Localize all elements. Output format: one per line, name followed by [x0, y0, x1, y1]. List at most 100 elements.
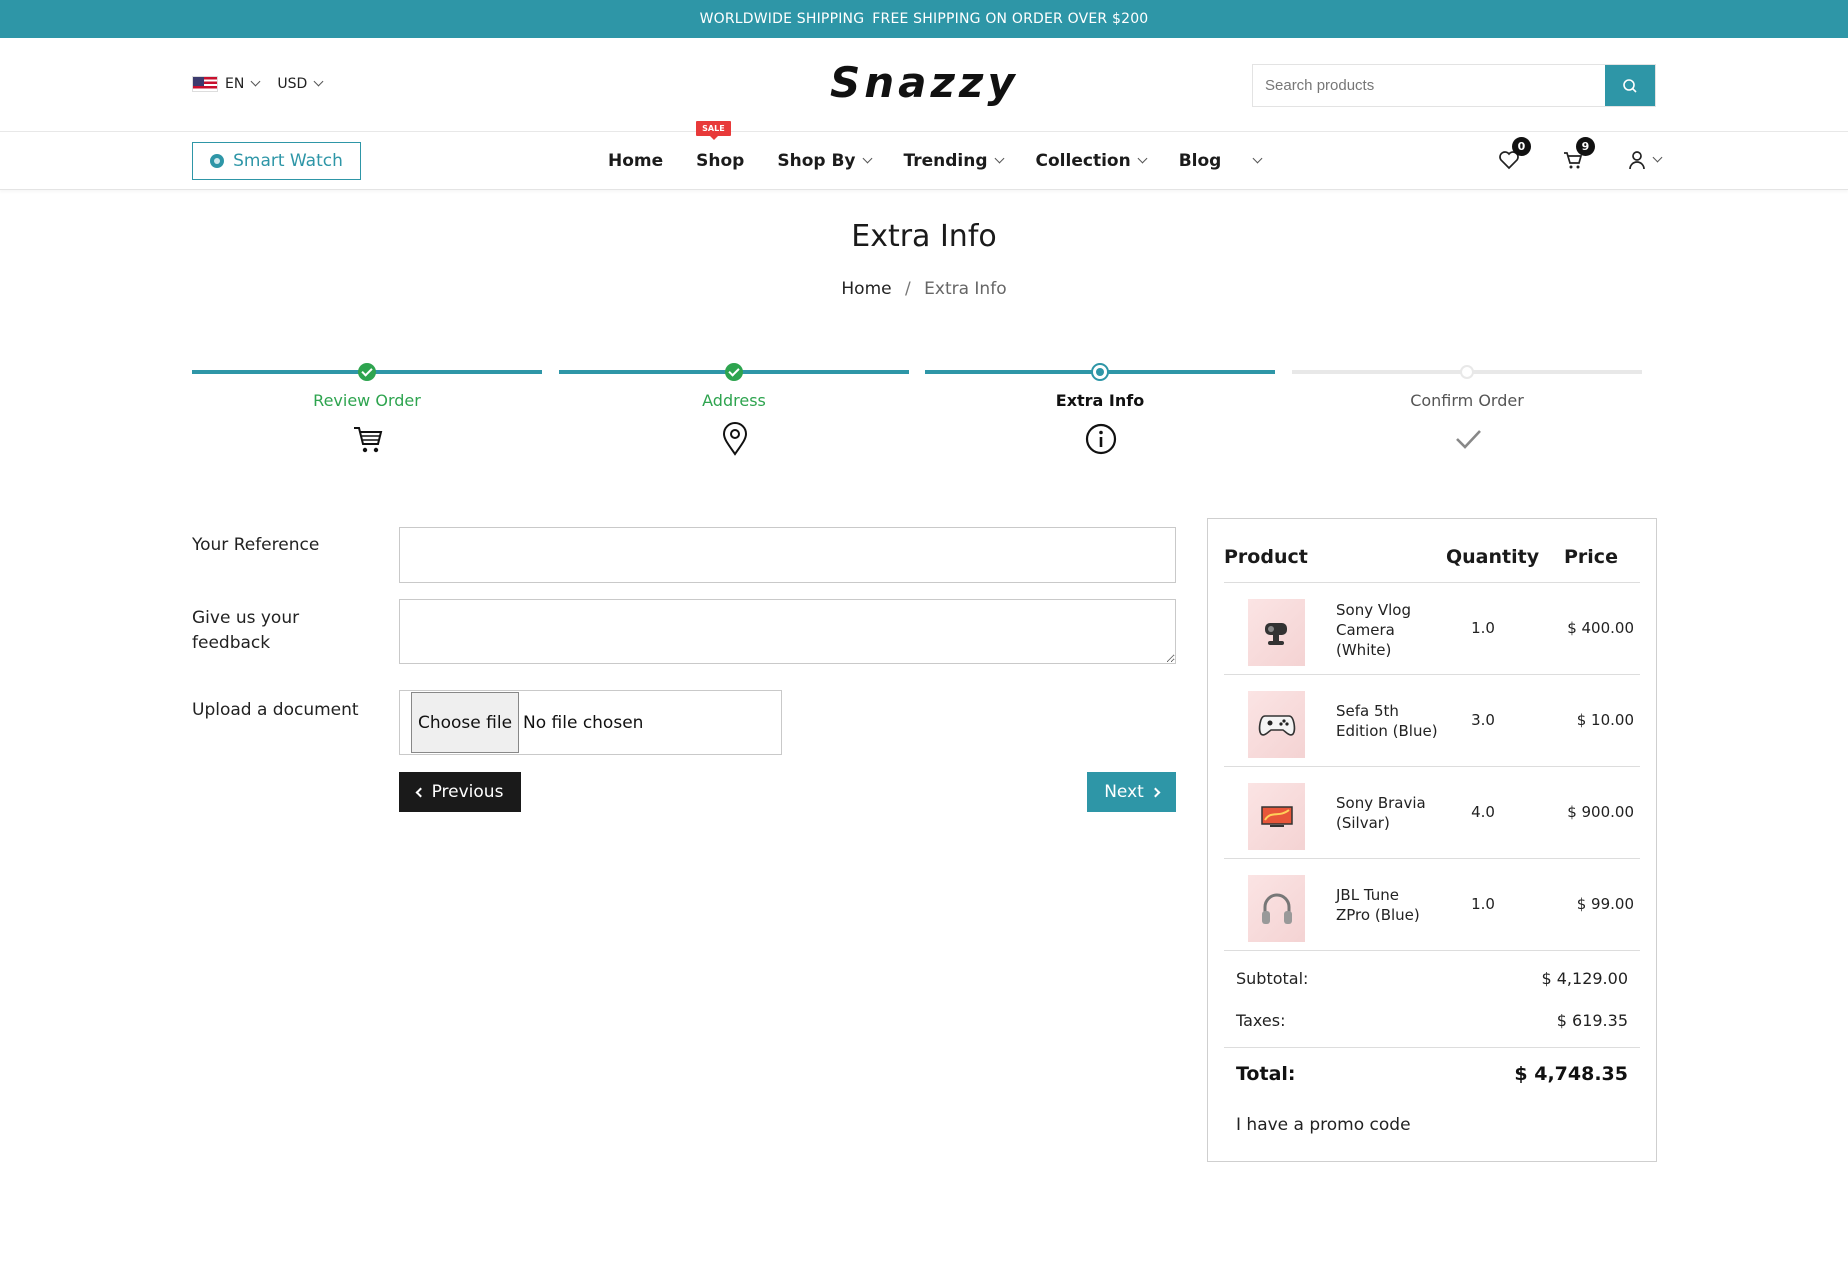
- total-row: Total: $ 4,748.35: [1236, 1063, 1628, 1085]
- us-flag-icon: [192, 76, 218, 92]
- cart-button[interactable]: 9: [1559, 137, 1595, 174]
- chevron-right-icon: [1150, 787, 1161, 798]
- announcement-bar: WORLDWIDE SHIPPING FREE SHIPPING ON ORDE…: [0, 0, 1848, 38]
- main-navigation: Smart Watch Home SALE Shop Shop By Trend…: [0, 121, 1848, 190]
- check-icon: [725, 363, 743, 381]
- product-price: $ 99.00: [1576, 895, 1634, 913]
- chevron-down-icon: [1137, 153, 1148, 164]
- column-quantity: Quantity: [1446, 546, 1540, 568]
- subtotal-row: Subtotal: $ 4,129.00: [1236, 969, 1628, 988]
- nav-item-shop-by[interactable]: Shop By: [777, 151, 872, 171]
- nav-menu: Home SALE Shop Shop By Trending Collecti…: [608, 121, 1294, 190]
- pending-step-indicator: [1460, 365, 1474, 379]
- product-name-line: (Silvar): [1336, 814, 1390, 832]
- wishlist-button[interactable]: 0: [1495, 137, 1531, 174]
- product-name[interactable]: Sony Vlog Camera (White): [1336, 600, 1456, 660]
- step-label: Confirm Order: [1410, 391, 1524, 410]
- product-thumbnail[interactable]: [1248, 875, 1305, 942]
- product-name[interactable]: JBL Tune ZPro (Blue): [1336, 885, 1456, 925]
- step-address[interactable]: Address: [559, 362, 909, 462]
- product-name-line: JBL Tune: [1336, 886, 1399, 904]
- step-confirm-order[interactable]: Confirm Order: [1292, 362, 1642, 462]
- summary-row: Sefa 5th Edition (Blue) 3.0 $ 10.00: [1224, 675, 1640, 767]
- product-name-line: Camera: [1336, 621, 1395, 639]
- order-summary: Product Quantity Price Sony Vlog Camera …: [1207, 518, 1657, 1162]
- reference-input[interactable]: [399, 527, 1176, 583]
- previous-button[interactable]: Previous: [399, 772, 521, 812]
- feedback-textarea[interactable]: [399, 599, 1176, 664]
- product-quantity: 3.0: [1471, 711, 1495, 729]
- nav-item-shop[interactable]: SALE Shop: [696, 121, 745, 171]
- breadcrumb: Home / Extra Info: [0, 279, 1848, 299]
- nav-item-blog[interactable]: Blog: [1179, 151, 1222, 171]
- feedback-label: Give us your feedback: [192, 606, 299, 656]
- nav-item-label: Home: [608, 151, 664, 171]
- product-name[interactable]: Sefa 5th Edition (Blue): [1336, 701, 1456, 741]
- chevron-left-icon: [415, 787, 426, 798]
- nav-item-label: Shop: [696, 151, 745, 171]
- cart-icon: [354, 427, 383, 453]
- category-button[interactable]: Smart Watch: [192, 142, 361, 180]
- watch-icon: [210, 154, 225, 168]
- product-price: $ 400.00: [1567, 619, 1634, 637]
- upload-label: Upload a document: [192, 700, 359, 720]
- chevron-down-icon: [313, 76, 324, 87]
- nav-item-label: Trending: [903, 151, 988, 171]
- product-thumbnail[interactable]: [1248, 783, 1305, 850]
- webcam-icon: [1264, 622, 1287, 645]
- summary-row: JBL Tune ZPro (Blue) 1.0 $ 99.00: [1224, 859, 1640, 951]
- headphones-icon: [1261, 893, 1292, 924]
- sale-badge: SALE: [696, 121, 731, 140]
- language-dropdown[interactable]: EN: [192, 76, 261, 92]
- chevron-down-icon: [994, 153, 1004, 164]
- step-label: Address: [702, 391, 766, 410]
- locale-selector: EN USD: [192, 76, 324, 92]
- account-button[interactable]: [1623, 146, 1665, 174]
- chevron-down-icon: [1652, 152, 1662, 163]
- tv-icon: [1260, 805, 1293, 827]
- breadcrumb-current: Extra Info: [924, 279, 1007, 299]
- breadcrumb-home[interactable]: Home: [841, 279, 891, 299]
- nav-item-collection[interactable]: Collection: [1035, 151, 1148, 171]
- chevron-down-icon: [862, 153, 872, 164]
- step-review-order[interactable]: Review Order: [192, 362, 542, 462]
- next-button[interactable]: Next: [1087, 772, 1176, 812]
- file-upload-field[interactable]: Choose file No file chosen: [399, 690, 782, 755]
- page-title: Extra Info: [851, 219, 997, 254]
- check-icon: [358, 363, 376, 381]
- taxes-label: Taxes:: [1236, 1011, 1286, 1030]
- nav-item-home[interactable]: Home: [608, 151, 663, 171]
- nav-item-label: Blog: [1178, 151, 1222, 171]
- search-input[interactable]: [1253, 65, 1605, 106]
- product-name[interactable]: Sony Bravia (Silvar): [1336, 793, 1456, 833]
- product-quantity: 4.0: [1471, 803, 1495, 821]
- product-thumbnail[interactable]: [1248, 691, 1305, 758]
- currency-dropdown[interactable]: USD: [277, 76, 324, 92]
- product-name-line: Sony Vlog: [1336, 601, 1411, 619]
- gamepad-icon: [1258, 714, 1295, 736]
- product-price: $ 10.00: [1576, 711, 1634, 729]
- nav-icons: 0 9: [1495, 137, 1665, 174]
- nav-item-label: Collection: [1035, 151, 1131, 171]
- nav-more-dropdown[interactable]: [1252, 153, 1263, 164]
- summary-divider: [1224, 1047, 1640, 1048]
- summary-row: Sony Bravia (Silvar) 4.0 $ 900.00: [1224, 767, 1640, 859]
- promo-code-link[interactable]: I have a promo code: [1236, 1115, 1411, 1135]
- feedback-label-line: feedback: [192, 633, 271, 653]
- announcement-text-free-shipping: FREE SHIPPING ON ORDER OVER $200: [872, 11, 1149, 27]
- product-price: $ 900.00: [1567, 803, 1634, 821]
- search-button[interactable]: [1605, 65, 1655, 106]
- taxes-row: Taxes: $ 619.35: [1236, 1011, 1628, 1030]
- active-step-indicator: [1091, 363, 1109, 381]
- product-quantity: 1.0: [1471, 895, 1495, 913]
- product-name-line: Sefa 5th: [1336, 702, 1399, 720]
- product-thumbnail[interactable]: [1248, 599, 1305, 666]
- choose-file-button[interactable]: Choose file: [411, 692, 519, 753]
- user-icon: [1628, 151, 1645, 170]
- site-logo[interactable]: Snazzy: [830, 58, 1019, 107]
- reference-label: Your Reference: [192, 535, 320, 555]
- next-button-label: Next: [1104, 782, 1144, 802]
- nav-item-trending[interactable]: Trending: [903, 151, 1004, 171]
- step-extra-info[interactable]: Extra Info: [925, 362, 1275, 462]
- announcement-text-shipping: WORLDWIDE SHIPPING: [699, 11, 865, 27]
